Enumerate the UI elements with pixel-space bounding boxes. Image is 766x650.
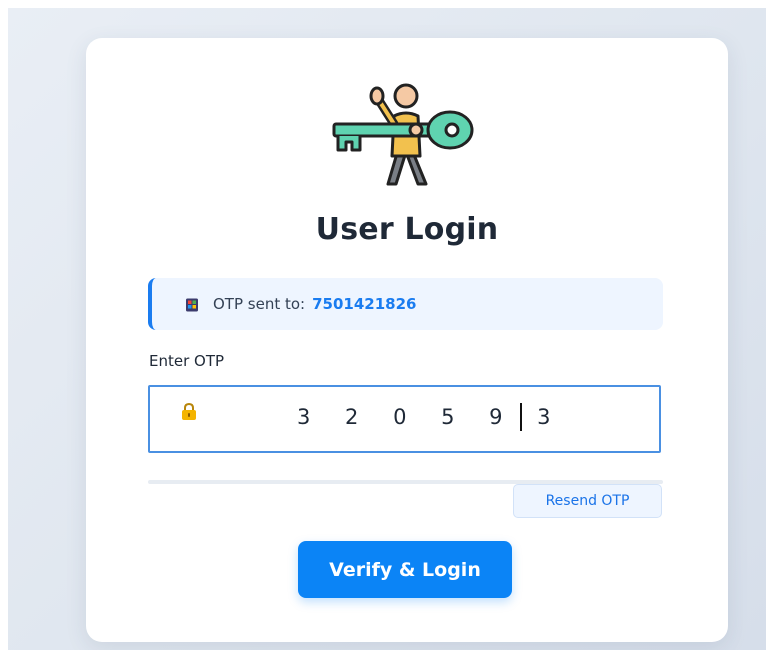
verify-login-button[interactable]: Verify & Login: [298, 541, 512, 598]
text-caret: [520, 403, 522, 431]
resend-otp-button[interactable]: Resend OTP: [513, 484, 662, 518]
page-title: User Login: [315, 212, 499, 247]
user-with-key-icon: [328, 80, 484, 188]
otp-input[interactable]: 3 2 0 5 9 3: [148, 385, 661, 453]
login-card: User Login OTP sent to: 7501421826 Enter…: [86, 38, 728, 642]
phone-number: 7501421826: [312, 295, 417, 313]
otp-sent-banner: OTP sent to: 7501421826: [148, 278, 663, 330]
phone-icon: [185, 297, 199, 312]
otp-value: 3 2 0 5 9 3: [297, 405, 565, 429]
otp-field-label: Enter OTP: [149, 352, 225, 370]
otp-sent-label: OTP sent to:: [213, 295, 306, 313]
lock-icon: [179, 402, 199, 421]
